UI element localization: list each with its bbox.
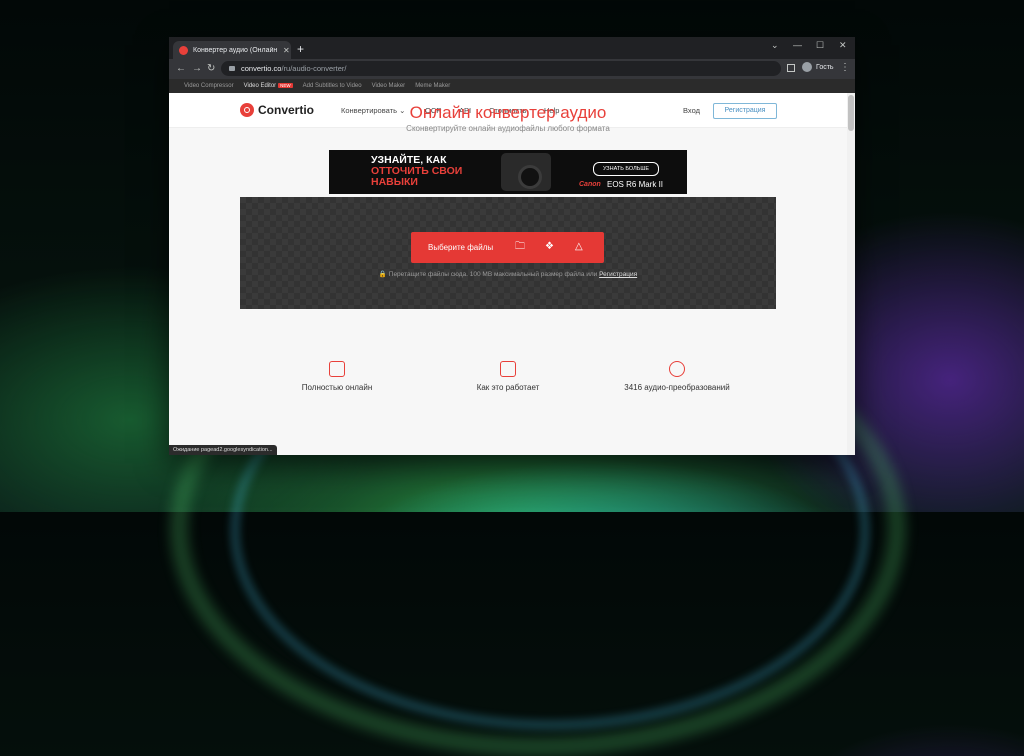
signup-link[interactable]: Регистрация xyxy=(599,271,637,278)
lock-icon: 🔒 xyxy=(378,271,387,278)
browser-window: Конвертер аудио (Онлайн и бе ✕ + ⌄ — ☐ ✕… xyxy=(169,37,855,455)
choose-files-label: Выберите файлы xyxy=(428,243,494,252)
profile-button[interactable]: Гость xyxy=(802,62,834,72)
profile-label: Гость xyxy=(816,63,834,71)
lock-icon xyxy=(229,66,235,71)
upload-dropzone[interactable]: Выберите файлы 🗀 ❖ △ 🔒 Перетащите файлы … xyxy=(240,197,776,309)
side-panel-icon[interactable] xyxy=(787,64,795,72)
status-bubble: Ожидание pagead2.googlesyndication... xyxy=(169,445,277,455)
close-window-icon[interactable]: ✕ xyxy=(839,40,847,51)
feature-conversions: 3416 аудио-преобразований xyxy=(597,361,757,392)
feature-label: 3416 аудио-преобразований xyxy=(624,383,730,392)
camera-image xyxy=(501,153,551,191)
convertio-favicon-icon xyxy=(179,45,188,55)
new-badge: NEW xyxy=(278,83,293,88)
drop-hint: 🔒 Перетащите файлы сюда. 100 MB максимал… xyxy=(378,271,638,278)
ad-banner[interactable]: УЗНАЙТЕ, КАК ОТТОЧИТЬ СВОИ НАВЫКИ УЗНАТЬ… xyxy=(329,150,687,194)
refresh-icon xyxy=(669,361,685,377)
page-subtitle: Сконвертируйте онлайн аудиофайлы любого … xyxy=(406,124,610,133)
feature-label: Полностью онлайн xyxy=(301,383,373,392)
strip-link-add-subtitles[interactable]: Add Subtitles to Video xyxy=(303,83,362,89)
feature-how-it-works[interactable]: Как это работает xyxy=(428,361,588,392)
minimize-icon[interactable]: — xyxy=(793,40,802,50)
browser-tab[interactable]: Конвертер аудио (Онлайн и бе ✕ xyxy=(173,41,291,59)
ad-model: EOS R6 Mark II xyxy=(607,180,664,189)
google-drive-icon[interactable]: △ xyxy=(575,241,583,253)
choose-files-button[interactable]: Выберите файлы 🗀 ❖ △ xyxy=(411,232,604,263)
strip-link-video-compressor[interactable]: Video Compressor xyxy=(184,83,234,89)
reload-icon[interactable]: ↻ xyxy=(207,62,215,76)
new-tab-button[interactable]: + xyxy=(297,41,304,57)
back-icon[interactable]: ← xyxy=(176,62,186,76)
tab-bar: Конвертер аудио (Онлайн и бе ✕ + ⌄ — ☐ ✕ xyxy=(169,37,855,59)
tab-search-icon[interactable]: ⌄ xyxy=(771,40,779,51)
browser-toolbar: ← → ↻ convertio.co/ru/audio-converter/ Г… xyxy=(169,59,855,79)
browser-menu-icon[interactable]: ⋮ xyxy=(840,62,850,73)
scrollbar-thumb[interactable] xyxy=(848,95,854,131)
folder-search-icon[interactable]: 🗀 xyxy=(515,241,525,253)
close-tab-icon[interactable]: ✕ xyxy=(283,46,290,55)
feature-online: Полностью онлайн xyxy=(257,361,417,392)
clipboard-check-icon xyxy=(500,361,516,377)
strip-link-video-maker[interactable]: Video Maker xyxy=(372,83,406,89)
maximize-icon[interactable]: ☐ xyxy=(816,40,824,51)
camera-lens xyxy=(518,165,542,189)
product-strip: Video Compressor Video Editor NEW Add Sub… xyxy=(169,79,855,93)
avatar-icon xyxy=(802,62,812,72)
page-title: Онлайн конвертер аудио xyxy=(409,103,607,122)
dropbox-icon[interactable]: ❖ xyxy=(545,241,554,253)
ad-brand: Canon xyxy=(579,181,601,188)
ad-cta-button[interactable]: УЗНАТЬ БОЛЬШЕ xyxy=(593,162,659,176)
strip-link-meme-maker[interactable]: Meme Maker xyxy=(415,83,450,89)
feature-label: Как это работает xyxy=(476,383,540,392)
address-bar[interactable]: convertio.co/ru/audio-converter/ xyxy=(221,61,781,76)
forward-icon[interactable]: → xyxy=(192,62,202,76)
strip-link-video-editor[interactable]: Video Editor NEW xyxy=(244,83,293,89)
ad-headline: УЗНАЙТЕ, КАК ОТТОЧИТЬ СВОИ НАВЫКИ xyxy=(371,154,463,188)
tab-title: Конвертер аудио (Онлайн и бе xyxy=(193,46,279,54)
cursor-window-icon xyxy=(329,361,345,377)
url-text: convertio.co/ru/audio-converter/ xyxy=(241,64,347,73)
page-scrollbar[interactable] xyxy=(847,93,855,455)
